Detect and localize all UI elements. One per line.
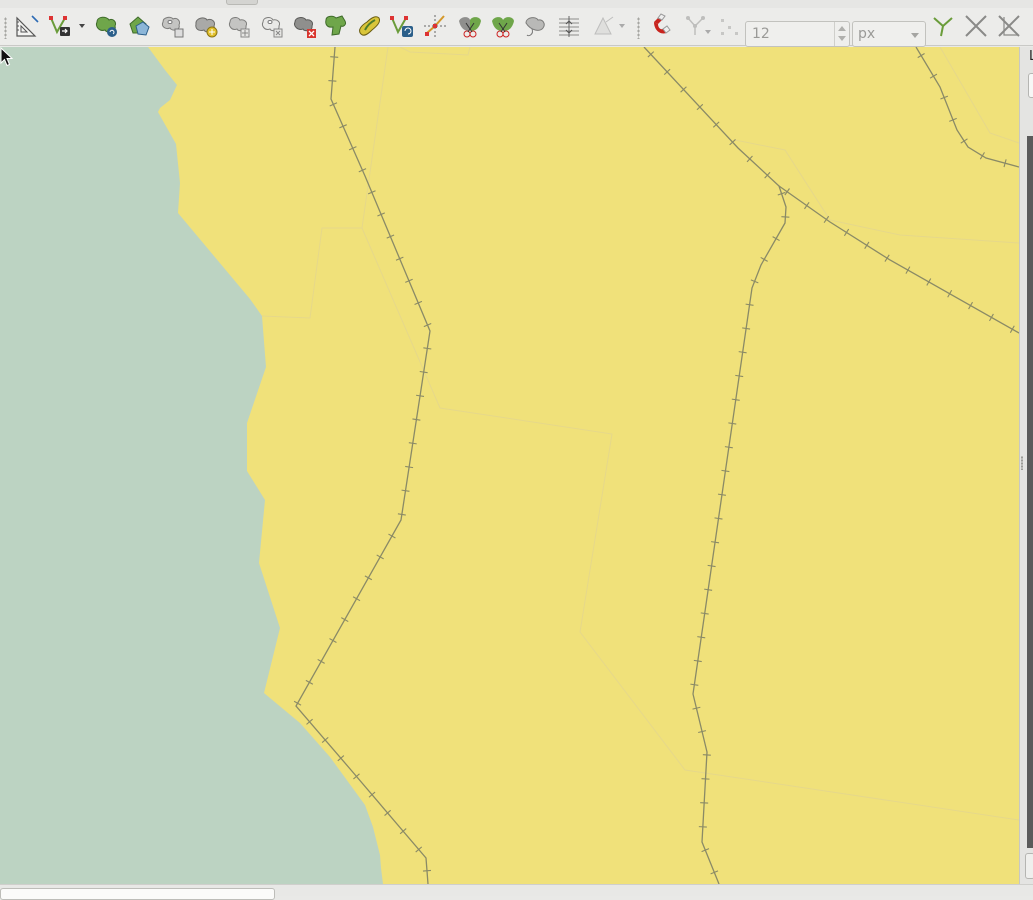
reshape-icon[interactable] (355, 12, 383, 40)
tolerance-stepper[interactable] (834, 22, 849, 46)
layers-panel-filter-field[interactable] (1028, 73, 1033, 98)
avoid-overlap-icon[interactable] (995, 12, 1023, 40)
chevron-down-icon (911, 33, 919, 38)
step-up-icon[interactable] (838, 26, 846, 31)
rotate-point-symbols-icon[interactable] (590, 12, 618, 40)
toolbar-grip[interactable] (4, 17, 7, 39)
add-ring-icon[interactable] (192, 12, 220, 40)
offset-curve-icon[interactable] (389, 12, 417, 40)
fill-ring-icon[interactable] (258, 12, 286, 40)
vertex-tool-icon[interactable] (47, 12, 75, 40)
layers-panel-bottom-button[interactable] (1025, 853, 1033, 879)
railway-tick (330, 57, 338, 58)
simplify-feature-icon[interactable] (159, 12, 187, 40)
topological-editing-icon[interactable] (929, 12, 957, 40)
coordinate-field[interactable] (0, 888, 275, 900)
layers-panel-title: L (1029, 49, 1033, 64)
tolerance-unit-select[interactable]: px (852, 21, 926, 47)
mouse-pointer-icon (0, 47, 14, 67)
map-canvas[interactable] (0, 47, 1019, 884)
split-features-icon[interactable] (456, 12, 484, 40)
step-down-icon[interactable] (838, 36, 846, 41)
railway-tick (423, 870, 431, 871)
delete-part-icon[interactable] (322, 12, 350, 40)
delete-ring-icon[interactable] (291, 12, 319, 40)
split-parts-icon[interactable] (489, 12, 517, 40)
merge-attributes-icon[interactable] (555, 12, 583, 40)
snap-segment-icon[interactable] (715, 12, 743, 40)
merge-features-icon[interactable] (522, 12, 550, 40)
layers-panel-scrollbar[interactable] (1027, 136, 1033, 848)
rotate-feature-icon[interactable] (125, 12, 153, 40)
chevron-down-icon[interactable] (705, 30, 711, 34)
add-part-icon[interactable] (225, 12, 253, 40)
tab-stub[interactable] (226, 0, 258, 5)
railway-tick (328, 81, 336, 82)
chevron-down-icon[interactable] (79, 24, 85, 28)
advanced-digitizing-toolbar: 12 px (0, 8, 1033, 46)
map-layers (0, 47, 1019, 884)
snapping-tolerance-value: 12 (752, 26, 770, 42)
measure-icon[interactable] (13, 12, 41, 40)
snap-vertex-icon[interactable] (682, 12, 710, 40)
snap-intersection-icon[interactable] (962, 12, 990, 40)
tolerance-unit-value: px (858, 26, 875, 42)
reshape-features-icon[interactable] (93, 12, 121, 40)
snapping-magnet-icon[interactable] (648, 12, 676, 40)
edit-vertex-icon[interactable] (421, 12, 449, 40)
chevron-down-icon[interactable] (619, 24, 625, 28)
panel-splitter-handle[interactable] (1021, 456, 1023, 470)
toolbar-grip[interactable] (637, 17, 640, 39)
snapping-tolerance-input[interactable]: 12 (745, 21, 850, 47)
